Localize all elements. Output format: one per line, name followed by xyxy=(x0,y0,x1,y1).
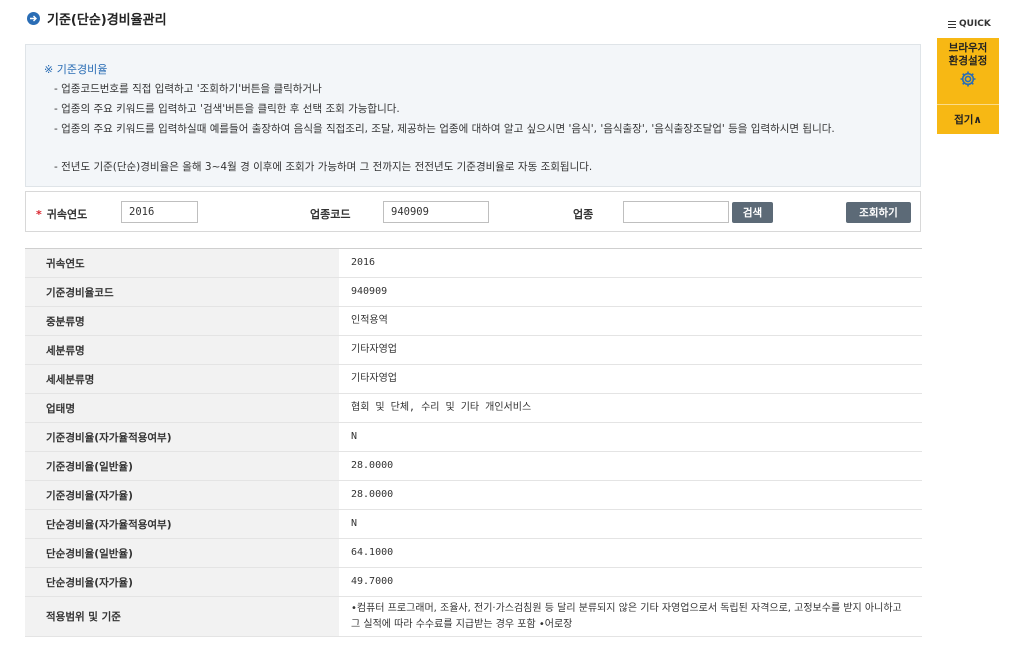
row-value: 인적용역 xyxy=(351,315,388,326)
row-label: 귀속연도 xyxy=(25,249,339,277)
industry-label: 업종 xyxy=(573,208,594,221)
year-input[interactable] xyxy=(121,201,198,223)
row-value: 2016 xyxy=(351,257,376,268)
fold-button[interactable]: 접기∧ xyxy=(937,112,999,127)
row-value: 28.0000 xyxy=(351,489,394,500)
info-line: - 업종의 주요 키워드를 입력하고 '검색'버튼을 클릭한 후 선택 조회 가… xyxy=(54,103,400,115)
table-row: 기준경비율코드 940909 xyxy=(25,278,922,307)
quick-menu-label: QUICK xyxy=(948,19,991,30)
info-heading: ※ 기준경비율 xyxy=(44,63,108,76)
row-label: 기준경비율(자가율) xyxy=(25,481,339,509)
info-line: - 업종코드번호를 직접 입력하고 '조회하기'버튼을 클릭하거나 xyxy=(54,83,322,95)
page-title: 기준(단순)경비율관리 xyxy=(27,9,167,28)
page-title-text: 기준(단순)경비율관리 xyxy=(47,12,167,28)
row-label: 단순경비율(일반율) xyxy=(25,539,339,567)
row-value: 기타자영업 xyxy=(351,344,397,355)
row-value: N xyxy=(351,518,358,529)
query-button[interactable]: 조회하기 xyxy=(846,202,911,223)
arrow-right-circle-icon xyxy=(27,11,40,25)
table-row: 적용범위 및 기준 •컴퓨터 프로그래머, 조율사, 전기·가스검침원 등 달리 … xyxy=(25,597,922,637)
year-label: * 귀속연도 xyxy=(36,208,88,221)
table-row: 기준경비율(자가율) 28.0000 xyxy=(25,481,922,510)
row-value: 64.1000 xyxy=(351,547,394,558)
table-row: 기준경비율(자가율적용여부) N xyxy=(25,423,922,452)
gear-icon xyxy=(960,71,976,87)
code-input[interactable] xyxy=(383,201,489,223)
industry-input[interactable] xyxy=(623,201,729,223)
row-value: N xyxy=(351,431,358,442)
row-label: 중분류명 xyxy=(25,307,339,335)
info-line: - 업종의 주요 키워드를 입력하실때 예를들어 출장하여 음식을 직접조리, … xyxy=(54,123,835,135)
row-value: 49.7000 xyxy=(351,576,394,587)
quick-menu: 브라우저 환경설정 접기∧ xyxy=(937,38,999,134)
row-label: 기준경비율(일반율) xyxy=(25,452,339,480)
row-value: 28.0000 xyxy=(351,460,394,471)
search-bar: *귀속연도 업종코드 업종 검색 조회하기 xyxy=(25,191,921,232)
table-row: 단순경비율(일반율) 64.1000 xyxy=(25,539,922,568)
table-row: 세분류명 기타자영업 xyxy=(25,336,922,365)
info-line: - 전년도 기준(단순)경비율은 올해 3~4월 경 이후에 조회가 가능하며 … xyxy=(54,161,593,173)
required-mark: * xyxy=(36,208,42,221)
table-row: 기준경비율(일반율) 28.0000 xyxy=(25,452,922,481)
info-box: ※ 기준경비율 - 업종코드번호를 직접 입력하고 '조회하기'버튼을 클릭하거… xyxy=(25,44,921,187)
row-value: 940909 xyxy=(351,286,388,297)
row-value: 기타자영업 xyxy=(351,373,397,384)
row-label: 적용범위 및 기준 xyxy=(25,597,339,636)
row-label: 세세분류명 xyxy=(25,365,339,393)
table-row: 귀속연도 2016 xyxy=(25,249,922,278)
table-row: 단순경비율(자가율적용여부) N xyxy=(25,510,922,539)
row-value: •컴퓨터 프로그래머, 조율사, 전기·가스검침원 등 달리 분류되지 않은 기… xyxy=(351,602,902,630)
divider xyxy=(937,104,999,105)
row-label: 기준경비율코드 xyxy=(25,278,339,306)
row-label: 기준경비율(자가율적용여부) xyxy=(25,423,339,451)
code-label: 업종코드 xyxy=(310,208,351,221)
row-label: 단순경비율(자가율) xyxy=(25,568,339,596)
table-row: 세세분류명 기타자영업 xyxy=(25,365,922,394)
search-button[interactable]: 검색 xyxy=(732,202,773,223)
table-row: 중분류명 인적용역 xyxy=(25,307,922,336)
result-table: 귀속연도 2016 기준경비율코드 940909 중분류명 인적용역 세분류명 기타자영… xyxy=(25,248,922,637)
row-value: 협회 및 단체, 수리 및 기타 개인서비스 xyxy=(351,402,532,413)
row-label: 단순경비율(자가율적용여부) xyxy=(25,510,339,538)
row-label: 업태명 xyxy=(25,394,339,422)
row-label: 세분류명 xyxy=(25,336,339,364)
browser-settings-button[interactable]: 브라우저 환경설정 xyxy=(937,42,999,88)
table-row: 업태명 협회 및 단체, 수리 및 기타 개인서비스 xyxy=(25,394,922,423)
table-row: 단순경비율(자가율) 49.7000 xyxy=(25,568,922,597)
menu-icon xyxy=(948,19,956,30)
